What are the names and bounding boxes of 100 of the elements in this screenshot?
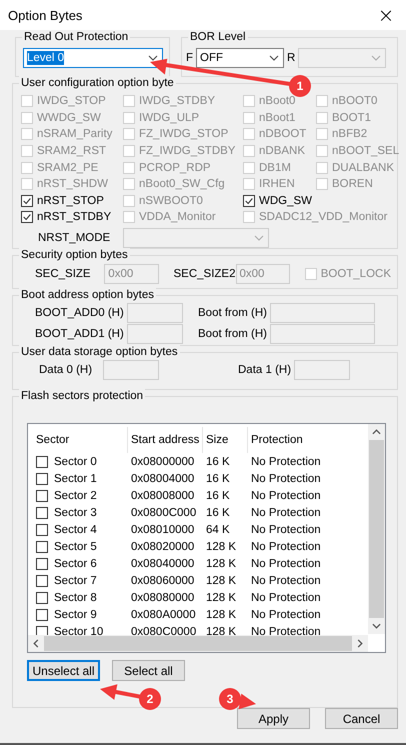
table-cell-text: 0x08040000 — [130, 558, 196, 570]
button[interactable]: Unselect all — [27, 660, 100, 681]
column-header[interactable]: Start address — [128, 427, 203, 453]
table-cell: Sector 5 — [54, 540, 97, 552]
field-label: Boot from (H) — [198, 328, 268, 340]
checkbox-label: DUALBANK — [332, 162, 394, 174]
checkbox[interactable] — [36, 592, 48, 604]
checkbox-label: nRST_SHDW — [37, 178, 108, 190]
vertical-scrollbar[interactable] — [368, 424, 385, 634]
checkbox-label: VDDA_Monitor — [139, 211, 216, 224]
table-cell: Sector 7 — [54, 574, 97, 586]
checkbox-label: IRHEN — [259, 178, 295, 190]
step-marker: 2 — [139, 688, 161, 710]
table-cell-text: 16 K — [205, 472, 231, 484]
caret-icon — [148, 55, 158, 61]
table-cell-text: 128 K — [205, 626, 238, 638]
checkbox[interactable] — [36, 558, 48, 570]
checkbox-label: PCROP_RDP — [139, 162, 211, 174]
table-cell-text: No Protection — [250, 472, 322, 484]
table-cell: Sector 1 — [54, 472, 97, 484]
table-cell-text: No Protection — [250, 540, 322, 552]
checkbox-label: nBOOT0 — [332, 95, 378, 108]
group-legend: Flash sectors protection — [19, 389, 146, 403]
table-cell-text: 0x08020000 — [130, 540, 196, 552]
table-cell-text: 16 K — [205, 456, 231, 468]
checkbox[interactable] — [36, 574, 48, 586]
checkbox[interactable] — [243, 194, 255, 207]
table-cell-text: 16 K — [205, 490, 231, 502]
field-label: SEC_SIZE — [35, 268, 92, 280]
field-label: Data 1 (H) — [238, 364, 292, 376]
checkbox-label: SDADC12_VDD_Monitor — [259, 211, 388, 224]
checkbox-label: nDBANK — [259, 145, 306, 158]
table-cell-text: No Protection — [250, 558, 322, 570]
horizontal-scrollbar[interactable] — [28, 635, 368, 652]
table-cell-text: No Protection — [250, 506, 322, 518]
step-marker: 3 — [219, 688, 241, 710]
table-cell-text: No Protection — [250, 574, 322, 586]
checkbox-label: nBoot0_SW_Cfg — [139, 178, 225, 190]
field-label: F — [186, 52, 194, 64]
checkbox-label: nBoot1 — [259, 112, 296, 124]
column-header[interactable]: Sector — [33, 427, 128, 453]
table-cell-text: 16 K — [205, 506, 231, 518]
column-header[interactable]: Protection — [248, 427, 369, 453]
button[interactable]: Cancel — [325, 708, 398, 729]
table-cell-text: No Protection — [250, 608, 322, 620]
checkbox-label: SRAM2_PE — [37, 162, 98, 174]
table-cell: Sector 6 — [54, 558, 97, 570]
checkbox-label: IWDG_STOP — [37, 95, 106, 108]
checkbox-label: nBFB2 — [332, 128, 368, 140]
table-cell: Sector 0 — [54, 456, 97, 468]
checkbox[interactable] — [36, 608, 48, 620]
table-cell-text: 0x08080000 — [130, 592, 196, 604]
table-cell-text: 0x080C0000 — [130, 626, 198, 638]
checkbox-label: BOOT1 — [332, 112, 371, 124]
checkbox-label: WWDG_SW — [37, 112, 101, 124]
checkbox[interactable] — [36, 456, 48, 468]
caret-icon — [269, 55, 280, 61]
field-label: R — [287, 52, 296, 64]
field-label: BOOT_ADD0 (H) — [35, 307, 125, 319]
checkbox[interactable] — [21, 211, 33, 224]
close-button[interactable]: × — [366, 0, 406, 31]
checkbox-label: FZ_IWDG_STOP — [139, 128, 228, 140]
checkbox[interactable] — [36, 540, 48, 552]
field-label: NRST_MODE — [37, 232, 112, 244]
button[interactable]: Apply — [237, 708, 310, 729]
dropdown[interactable]: Level 0 — [23, 48, 163, 68]
group-legend: Security option bytes — [19, 248, 130, 262]
checkbox[interactable] — [21, 194, 33, 207]
table-cell-text: 64 K — [205, 524, 231, 536]
button[interactable]: Select all — [112, 660, 185, 681]
checkbox-label: IWDG_ULP — [139, 112, 200, 124]
checkbox-label: nDBOOT — [259, 128, 306, 140]
table-cell-text: No Protection — [250, 626, 322, 638]
group-legend: Boot address option bytes — [19, 288, 156, 302]
checkbox-label: IWDG_STDBY — [139, 95, 216, 108]
step-marker: 1 — [289, 75, 311, 97]
checkbox-label: nRST_STOP — [37, 194, 104, 207]
table-cell-text: 0x08010000 — [130, 524, 196, 536]
table-cell-text: 0x08060000 — [130, 574, 196, 586]
table-cell-text: 0x080A0000 — [130, 608, 197, 620]
table-cell-text: No Protection — [250, 490, 322, 502]
checkbox[interactable] — [36, 472, 48, 484]
column-header[interactable]: Size — [203, 427, 248, 453]
table-cell-text: 128 K — [205, 540, 238, 552]
checkbox[interactable] — [36, 524, 48, 536]
checkbox-label: FZ_IWDG_STDBY — [139, 145, 236, 158]
checkbox-label: DB1M — [259, 162, 291, 174]
caret-icon — [254, 234, 264, 241]
table-cell-text: No Protection — [250, 592, 322, 604]
table-cell: Sector 8 — [54, 592, 97, 604]
field-label: SEC_SIZE2 — [174, 268, 236, 280]
table-cell-text: 0x08008000 — [130, 490, 196, 502]
dropdown[interactable]: OFF — [196, 48, 284, 68]
table-cell-text: No Protection — [250, 456, 322, 468]
group-legend: User data storage option bytes — [19, 345, 180, 359]
checkbox[interactable] — [36, 490, 48, 502]
table-cell: Sector 3 — [54, 506, 97, 518]
table-cell-text: 128 K — [205, 608, 238, 620]
checkbox[interactable] — [36, 506, 48, 518]
checkbox-label: BOREN — [332, 178, 373, 190]
